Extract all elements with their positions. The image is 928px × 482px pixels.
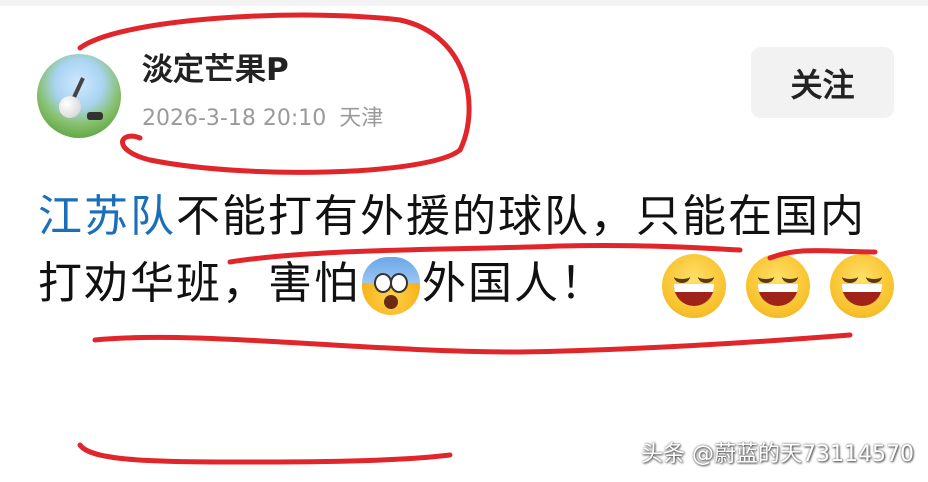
laughing-face-icon: [746, 254, 810, 318]
red-underline-4: [77, 442, 453, 465]
post-text-part2: 外国人！: [422, 258, 606, 309]
golf-clubhead-icon: [87, 112, 103, 120]
shocked-face-icon: [362, 257, 420, 315]
avatar[interactable]: [37, 54, 121, 138]
laughing-face-icon: [662, 254, 726, 318]
red-underline-3: [92, 332, 853, 355]
post-content: 江苏队不能打有外援的球队，只能在国内打劝华班，害怕 外国人！: [38, 183, 898, 318]
watermark: 头条 @蔚蓝的天73114570: [641, 442, 914, 467]
hashtag-link[interactable]: 江苏队: [38, 191, 176, 242]
post-location: 天津: [339, 106, 384, 131]
laughing-face-icon: [830, 254, 894, 318]
post-meta: 2026-3-18 20:10 天津: [142, 104, 389, 134]
red-circle-annotation: [77, 12, 472, 175]
top-divider: [0, 0, 928, 6]
follow-button[interactable]: 关注: [751, 47, 894, 118]
username[interactable]: 淡定芒果P: [142, 50, 289, 90]
post-date: 2026-3-18 20:10: [142, 106, 327, 131]
golf-ball-icon: [59, 96, 81, 118]
